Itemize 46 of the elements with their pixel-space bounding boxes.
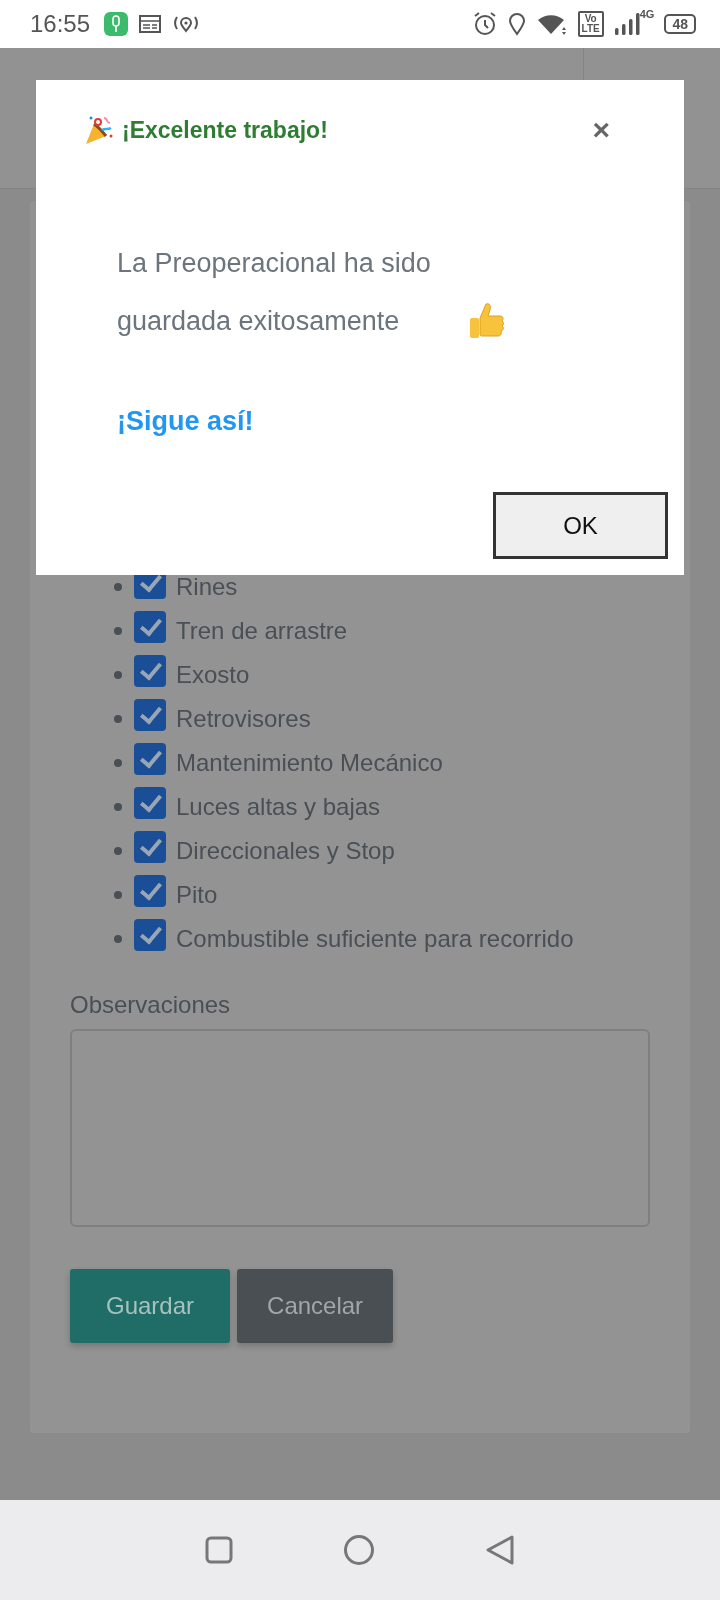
back-icon[interactable] <box>485 1534 515 1566</box>
battery-indicator: 48 <box>664 14 696 34</box>
status-time: 16:55 <box>30 10 91 38</box>
bullet-icon <box>114 891 122 899</box>
dialog-title: ¡Excelente trabajo! <box>122 116 328 144</box>
bullet-icon <box>114 847 122 855</box>
checkbox[interactable] <box>134 655 166 687</box>
checkbox[interactable] <box>134 831 166 863</box>
checklist-label: Retrovisores <box>176 705 311 733</box>
home-icon[interactable] <box>343 1534 375 1566</box>
observations-label: Observaciones <box>70 991 232 1019</box>
save-button[interactable]: Guardar <box>70 1269 231 1343</box>
checkbox[interactable] <box>134 699 166 731</box>
calendar-icon <box>138 13 163 35</box>
close-button[interactable]: × <box>592 115 610 145</box>
bullet-icon <box>114 935 122 943</box>
checklist-label: Mantenimiento Mecánico <box>176 749 443 777</box>
ok-button[interactable]: OK <box>493 492 668 559</box>
bullet-icon <box>114 583 122 591</box>
cancel-button[interactable]: Cancelar <box>237 1269 394 1343</box>
signal-icon <box>613 12 640 36</box>
checkbox[interactable] <box>134 787 166 819</box>
bullet-icon <box>114 671 122 679</box>
bullet-icon <box>114 759 122 767</box>
network-type: 4G <box>639 8 655 20</box>
checklist-label: Pito <box>176 881 218 909</box>
volte-badge: Vo LTE <box>577 11 604 37</box>
checklist-label: Exosto <box>176 661 250 689</box>
bullet-icon <box>114 803 122 811</box>
location-pin-icon <box>507 12 526 36</box>
checkbox[interactable] <box>134 743 166 775</box>
dialog-message: La Preoperacional ha sido guardada exitosamente <box>117 247 432 338</box>
checklist-label: Luces altas y bajas <box>176 793 381 821</box>
encouragement-text: ¡Sigue así! <box>117 406 255 437</box>
checklist-label: Rines <box>176 573 238 601</box>
checklist-label: Direccionales y Stop <box>176 837 395 865</box>
checkbox[interactable] <box>134 611 166 643</box>
checklist-label: Combustible suficiente para recorrido <box>176 925 574 953</box>
microphone-icon <box>104 12 129 36</box>
checklist-label: Tren de arrastre <box>176 617 348 645</box>
bullet-icon <box>114 715 122 723</box>
checkbox[interactable] <box>134 875 166 907</box>
recents-icon[interactable] <box>205 1536 233 1564</box>
wifi-icon <box>535 12 568 36</box>
checkbox[interactable] <box>134 919 166 951</box>
bullet-icon <box>114 627 122 635</box>
